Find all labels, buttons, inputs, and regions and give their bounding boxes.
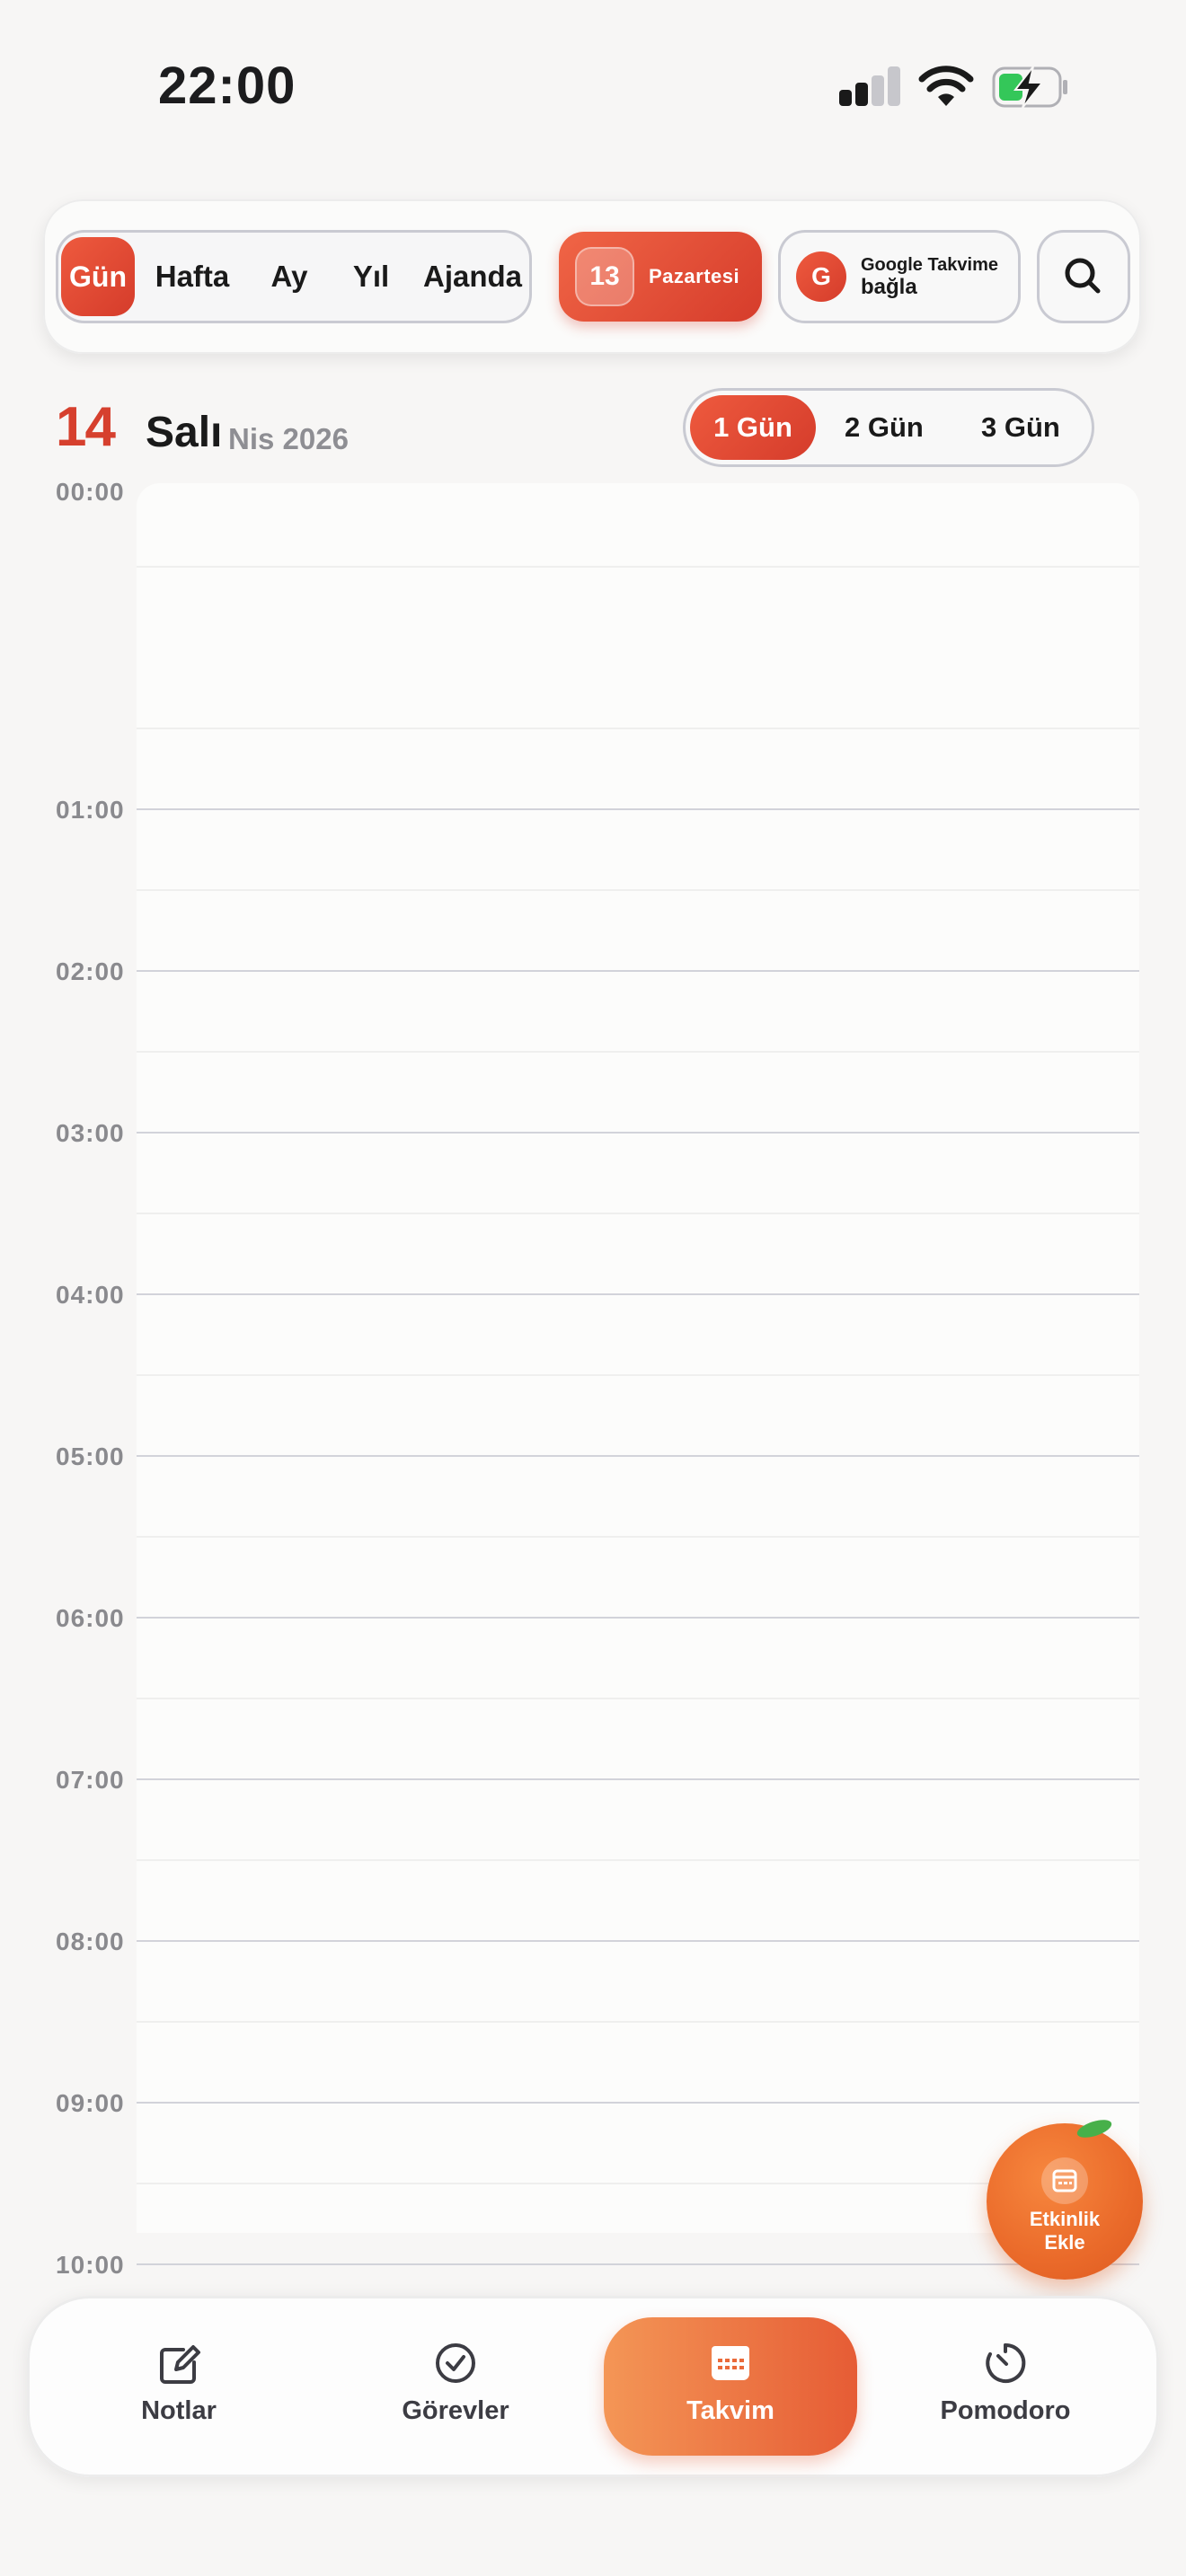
day-count-2[interactable]: 2 Gün <box>845 388 924 467</box>
google-logo-icon: G <box>796 251 846 302</box>
half-hour-line <box>137 2021 1139 2023</box>
hour-line <box>137 2263 1139 2265</box>
hour-line <box>137 1778 1139 1780</box>
hour-line <box>137 1132 1139 1134</box>
selected-day-name: Salı <box>146 409 223 456</box>
half-hour-line <box>137 728 1139 729</box>
tab-calendar-label: Takvim <box>686 2396 774 2425</box>
search-button[interactable] <box>1037 230 1130 323</box>
hour-label: 09:00 <box>56 2089 125 2117</box>
add-event-label: Etkinlik Ekle <box>996 2208 1134 2254</box>
hour-line <box>137 808 1139 810</box>
search-icon <box>1065 258 1101 294</box>
check-circle-icon <box>436 2343 475 2383</box>
view-tab-year[interactable]: Yıl <box>338 230 404 323</box>
hour-label: 01:00 <box>56 796 125 824</box>
view-tab-day[interactable]: Gün <box>61 237 135 316</box>
hour-label: 07:00 <box>56 1766 125 1794</box>
tab-notes[interactable] <box>75 2316 282 2457</box>
selected-day-number: 14 <box>56 396 116 458</box>
battery-charging-icon <box>992 66 1067 109</box>
view-tab-week[interactable]: Hafta <box>147 230 237 323</box>
half-hour-line <box>137 1051 1139 1053</box>
tab-pomodoro[interactable] <box>902 2316 1109 2457</box>
day-count-3[interactable]: 3 Gün <box>981 388 1060 467</box>
edit-note-icon <box>160 2345 200 2384</box>
hour-line <box>137 1617 1139 1619</box>
wifi-icon <box>918 66 974 106</box>
hour-label: 00:00 <box>56 478 125 506</box>
half-hour-line <box>137 889 1139 891</box>
tab-tasks-label: Görevler <box>402 2396 509 2425</box>
add-event-label-line1: Etkinlik <box>1029 2208 1101 2230</box>
hour-label: 06:00 <box>56 1604 125 1632</box>
today-day-number: 13 <box>575 247 634 306</box>
today-day-name: Pazartesi <box>649 265 740 287</box>
hour-label: 04:00 <box>56 1281 125 1309</box>
half-hour-line <box>137 1213 1139 1214</box>
view-tab-month[interactable]: Ay <box>252 230 327 323</box>
hour-label: 08:00 <box>56 1928 125 1955</box>
add-event-label-line2: Ekle <box>1044 2231 1085 2254</box>
calendar-icon <box>712 2346 749 2380</box>
tab-pomodoro-label: Pomodoro <box>940 2396 1071 2425</box>
half-hour-line <box>137 1698 1139 1699</box>
view-tab-agenda[interactable]: Ajanda <box>417 230 528 323</box>
half-hour-line <box>137 566 1139 568</box>
day-count-1[interactable]: 1 Gün <box>690 395 816 460</box>
tab-notes-label: Notlar <box>141 2396 217 2425</box>
selected-month-year: Nis 2026 <box>228 422 349 455</box>
hour-label: 10:00 <box>56 2251 125 2279</box>
hour-label: 03:00 <box>56 1119 125 1147</box>
google-button-label-2: bağla <box>861 275 917 299</box>
fab-icon-background <box>1041 2157 1088 2204</box>
hour-label: 02:00 <box>56 957 125 985</box>
day-timeline-grid[interactable] <box>137 483 1139 2233</box>
hour-line <box>137 1455 1139 1457</box>
hour-line <box>137 970 1139 972</box>
status-time: 22:00 <box>158 57 296 115</box>
half-hour-line <box>137 1536 1139 1538</box>
half-hour-line <box>137 1374 1139 1376</box>
tab-tasks[interactable] <box>352 2316 559 2457</box>
hour-label: 05:00 <box>56 1442 125 1470</box>
timer-icon <box>986 2342 1026 2383</box>
google-button-label-1: Google Takvime <box>861 255 999 275</box>
half-hour-line <box>137 1859 1139 1861</box>
hour-line <box>137 1940 1139 1942</box>
tab-calendar[interactable] <box>627 2316 834 2457</box>
hour-line <box>137 1293 1139 1295</box>
cellular-signal-icon <box>839 66 902 106</box>
calendar-icon <box>1052 2169 1077 2192</box>
hour-line <box>137 2102 1139 2104</box>
